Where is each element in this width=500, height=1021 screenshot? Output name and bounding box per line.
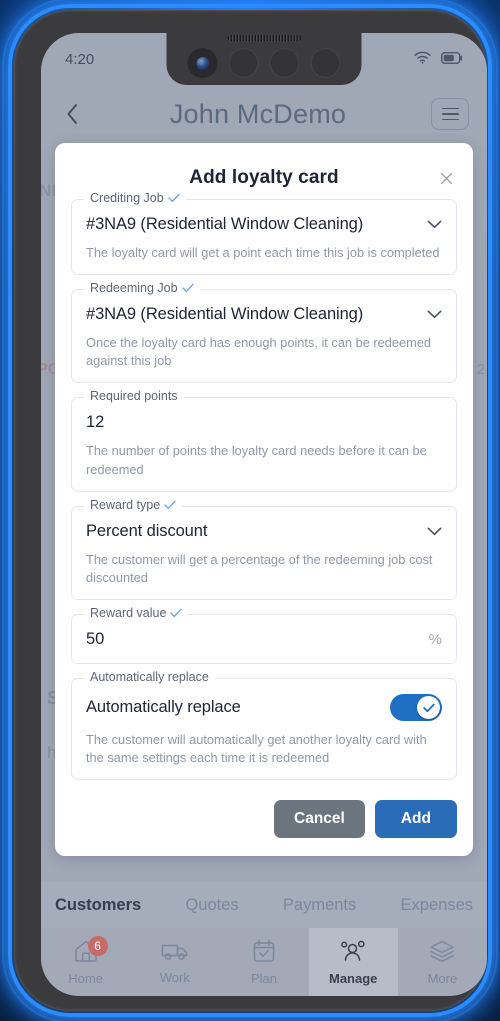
field-help-text: The customer will automatically get anot… — [86, 732, 427, 766]
field-label-text: Required points — [90, 389, 178, 404]
reward-value-input[interactable]: 50 — [86, 630, 104, 649]
status-bar-time: 4:20 — [65, 50, 95, 68]
tab-customers[interactable]: Customers — [55, 896, 141, 915]
battery-icon — [440, 51, 463, 68]
add-button[interactable]: Add — [374, 800, 457, 839]
app-header: John McDemo — [41, 85, 487, 143]
tab-quotes[interactable]: Quotes — [185, 896, 238, 915]
nav-item-home[interactable]: 6 Home — [41, 928, 130, 996]
nav-item-manage[interactable]: Manage — [308, 928, 398, 996]
field-label-text: Reward value — [90, 606, 167, 621]
back-button[interactable] — [59, 101, 85, 127]
field-required-points[interactable]: Required points 12 The number of points … — [71, 390, 457, 492]
wifi-icon — [414, 51, 431, 68]
field-help-text: The customer will get a percentage of th… — [86, 551, 433, 585]
field-label-text: Crediting Job — [90, 191, 164, 205]
field-help-text: Once the loyalty card has enough points,… — [86, 335, 432, 369]
sensor-icon-2 — [269, 48, 300, 78]
chevron-down-icon[interactable] — [427, 310, 442, 319]
layers-icon — [429, 939, 455, 968]
field-value: #3NA9 (Residential Window Cleaning) — [86, 305, 364, 324]
field-value: Automatically replace — [86, 698, 241, 717]
phone-screen: 4:20 John McDemo PO 2 S h Add loyalty ca… — [41, 33, 487, 996]
sensor-icon-1 — [228, 48, 259, 78]
field-value: Percent discount — [86, 521, 208, 540]
phone-body: 4:20 John McDemo PO 2 S h Add loyalty ca… — [14, 10, 487, 1011]
check-icon — [181, 283, 194, 293]
nav-label: Work — [159, 969, 190, 985]
tab-expenses[interactable]: Expenses — [401, 896, 473, 915]
check-icon — [164, 500, 176, 510]
field-redeeming-job[interactable]: Redeeming Job #3NA9 (Residential Window … — [71, 282, 457, 384]
device-screenshot: 4:20 John McDemo PO 2 S h Add loyalty ca… — [0, 0, 500, 1021]
check-icon — [170, 608, 183, 618]
add-loyalty-card-dialog: Add loyalty card Crediting Job #3NA9 (Re… — [55, 143, 473, 857]
automatically-replace-toggle[interactable] — [390, 694, 442, 722]
dialog-title: Add loyalty card — [189, 167, 339, 188]
percent-suffix: % — [428, 631, 442, 649]
nav-label: Plan — [250, 970, 278, 986]
nav-item-plan[interactable]: Plan — [219, 928, 308, 996]
field-label: Reward value — [84, 606, 189, 621]
tab-payments[interactable]: Payments — [283, 896, 356, 915]
field-value: #3NA9 (Residential Window Cleaning) — [86, 215, 364, 233]
nav-item-more[interactable]: More — [398, 928, 487, 996]
field-label: Reward type — [84, 497, 183, 512]
field-reward-value[interactable]: Reward value 50 % — [71, 607, 457, 665]
truck-icon — [161, 940, 189, 967]
nav-item-work[interactable]: Work — [130, 928, 219, 996]
field-help-text: The number of points the loyalty card ne… — [86, 443, 427, 477]
calendar-icon — [252, 939, 276, 968]
hamburger-menu-icon[interactable] — [431, 98, 469, 130]
chevron-down-icon[interactable] — [427, 527, 442, 536]
nav-label: Home — [68, 970, 103, 986]
cancel-button[interactable]: Cancel — [274, 800, 365, 839]
field-reward-type[interactable]: Reward type Percent discount The custome… — [71, 499, 457, 601]
sensor-icon-3 — [310, 48, 341, 78]
field-label: Automatically replace — [84, 671, 215, 684]
field-label-text: Automatically replace — [90, 670, 209, 685]
phone-notch — [166, 33, 362, 85]
field-help-text: The loyalty card will get a point each t… — [86, 245, 440, 260]
page-title: John McDemo — [169, 98, 347, 129]
close-icon[interactable] — [435, 167, 457, 189]
nav-label: More — [427, 970, 458, 986]
sub-tab-bar: Customers Quotes Payments Expenses — [41, 882, 487, 928]
home-badge: 6 — [87, 936, 108, 956]
dialog-footer: Cancel Add — [71, 794, 457, 856]
field-label: Required points — [84, 390, 184, 403]
field-label-text: Reward type — [90, 497, 161, 512]
bottom-navigation: 6 Home Work Plan Manage More — [41, 928, 487, 996]
check-icon — [167, 193, 180, 203]
field-crediting-job[interactable]: Crediting Job #3NA9 (Residential Window … — [71, 192, 457, 276]
speaker-grill — [227, 35, 301, 41]
field-label: Redeeming Job — [84, 282, 200, 295]
field-automatically-replace[interactable]: Automatically replace Automatically repl… — [71, 671, 457, 781]
chevron-down-icon[interactable] — [427, 220, 442, 229]
nav-label: Manage — [329, 970, 378, 986]
field-label: Crediting Job — [84, 192, 186, 205]
people-icon — [339, 939, 367, 968]
front-camera-icon — [187, 48, 218, 78]
field-label-text: Redeeming Job — [90, 281, 178, 296]
toggle-knob — [417, 696, 440, 720]
required-points-input[interactable]: 12 — [86, 413, 104, 432]
